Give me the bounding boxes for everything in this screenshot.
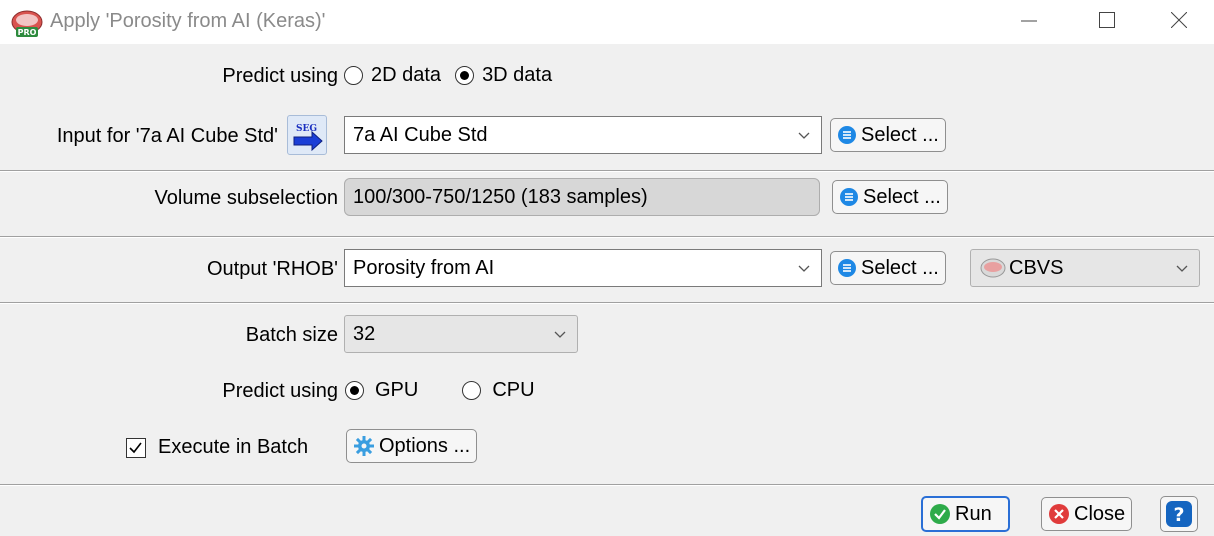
checkmark-icon (930, 504, 950, 524)
radio-gpu-label: GPU (375, 379, 419, 401)
output-format-combobox[interactable]: CBVS (970, 249, 1200, 287)
input-combobox-value: 7a AI Cube Std (353, 123, 488, 146)
separator (0, 170, 1214, 172)
close-button[interactable]: Close (1041, 497, 1133, 531)
list-icon (840, 188, 858, 206)
output-select-label: Select ... (861, 256, 939, 279)
checkbox-checked-icon (126, 437, 146, 458)
volume-select-button[interactable]: Select ... (832, 180, 948, 214)
separator (0, 236, 1214, 238)
output-combobox[interactable]: Porosity from AI (344, 249, 822, 287)
chevron-down-icon (798, 132, 810, 139)
chevron-down-icon (554, 331, 566, 338)
output-label: Output 'RHOB' (206, 258, 338, 280)
predict-data-radio-group: 2D data 3D data (344, 64, 552, 87)
volume-label: Volume subselection (154, 187, 338, 209)
list-icon (838, 126, 856, 144)
separator (0, 302, 1214, 304)
close-window-button[interactable] (1146, 0, 1212, 40)
gear-icon (354, 436, 374, 456)
minimize-icon (1021, 20, 1037, 22)
radio-2d-data[interactable] (344, 66, 363, 85)
svg-text:SEG: SEG (296, 124, 317, 134)
minimize-button[interactable] (996, 0, 1062, 40)
batch-size-combobox[interactable]: 32 (344, 315, 578, 353)
radio-3d-data[interactable] (455, 66, 475, 85)
input-select-label: Select ... (861, 123, 939, 146)
options-button-label: Options ... (379, 434, 471, 457)
volume-subselection-value: 100/300-750/1250 (183 samples) (353, 185, 648, 208)
cbvs-format-icon (980, 258, 1006, 278)
run-button[interactable]: Run (921, 496, 1010, 532)
svg-text:PRO: PRO (18, 28, 37, 37)
radio-3d-data-label: 3D data (482, 64, 553, 86)
radio-gpu[interactable] (345, 381, 364, 400)
input-label: Input for '7a AI Cube Std' (56, 125, 278, 147)
seg-arrow-icon: SEG (293, 124, 323, 152)
run-button-label: Run (955, 502, 992, 525)
separator (0, 484, 1214, 486)
maximize-button[interactable] (1074, 0, 1140, 40)
output-combobox-value: Porosity from AI (353, 256, 495, 279)
output-select-button[interactable]: Select ... (830, 251, 946, 285)
batch-size-value: 32 (353, 322, 376, 345)
app-logo-icon: PRO (11, 10, 43, 37)
list-icon (838, 259, 856, 277)
chevron-down-icon (798, 265, 810, 272)
title-bar: PRO Apply 'Porosity from AI (Keras)' (0, 0, 1214, 44)
radio-cpu[interactable] (462, 381, 482, 400)
output-format-value: CBVS (1009, 256, 1064, 279)
input-select-button[interactable]: Select ... (830, 118, 946, 152)
radio-2d-data-label: 2D data (371, 64, 442, 86)
volume-subselection-field: 100/300-750/1250 (183 samples) (344, 178, 820, 216)
close-button-label: Close (1074, 502, 1126, 525)
predict-device-radio-group: GPU CPU (345, 379, 535, 402)
predict-device-label: Predict using (222, 380, 338, 402)
chevron-down-icon (1176, 265, 1188, 272)
options-button[interactable]: Options ... (346, 429, 478, 463)
close-icon (1171, 12, 1187, 28)
radio-cpu-label: CPU (492, 379, 535, 401)
cancel-x-icon (1049, 504, 1069, 524)
help-button[interactable]: ? (1160, 496, 1198, 532)
help-icon-symbol: ? (1173, 504, 1184, 526)
predict-data-label: Predict using (222, 65, 338, 87)
input-combobox[interactable]: 7a AI Cube Std (344, 116, 822, 154)
volume-select-label: Select ... (863, 185, 941, 208)
execute-in-batch-checkbox[interactable]: Execute in Batch (126, 436, 308, 459)
input-seg-button[interactable]: SEG (287, 115, 327, 155)
maximize-icon (1099, 12, 1115, 28)
help-icon: ? (1166, 501, 1192, 527)
window-title: Apply 'Porosity from AI (Keras)' (50, 10, 326, 32)
batch-size-label: Batch size (245, 324, 338, 346)
execute-in-batch-label: Execute in Batch (158, 436, 309, 458)
